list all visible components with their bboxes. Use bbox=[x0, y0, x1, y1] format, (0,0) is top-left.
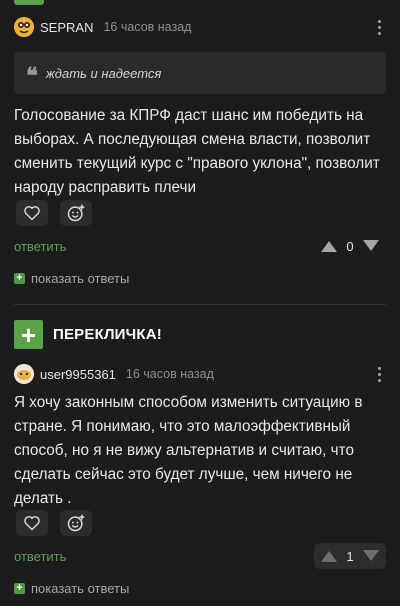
heart-icon bbox=[24, 516, 40, 531]
emoji-add-icon bbox=[67, 204, 85, 222]
upvote-icon[interactable] bbox=[319, 239, 339, 253]
emoji-add-icon bbox=[67, 514, 85, 532]
plus-icon: + bbox=[14, 273, 25, 284]
comment-author[interactable]: user9955361 bbox=[40, 367, 116, 382]
avatar[interactable] bbox=[14, 17, 34, 37]
show-replies-button[interactable]: + показать ответы bbox=[14, 581, 129, 596]
vote-count: 0 bbox=[346, 238, 354, 254]
reply-button[interactable]: ответить bbox=[14, 239, 66, 254]
comment-timestamp: 16 часов назад bbox=[103, 20, 192, 34]
heart-icon bbox=[24, 206, 40, 221]
plus-icon: + bbox=[20, 319, 37, 350]
vote-control: 0 bbox=[314, 233, 386, 259]
show-replies-label: показать ответы bbox=[31, 581, 130, 596]
previous-section-button bbox=[14, 0, 44, 5]
reply-button[interactable]: ответить bbox=[14, 549, 66, 564]
avatar-image bbox=[14, 17, 34, 37]
downvote-icon[interactable] bbox=[361, 239, 381, 253]
plus-icon: + bbox=[14, 583, 25, 594]
show-replies-label: показать ответы bbox=[31, 271, 130, 286]
comment-timestamp: 16 часов назад bbox=[125, 367, 214, 381]
avatar-image bbox=[14, 364, 34, 384]
section-header: + ПЕРЕКЛИЧКА! bbox=[14, 320, 162, 349]
downvote-icon[interactable] bbox=[361, 549, 381, 563]
show-replies-button[interactable]: + показать ответы bbox=[14, 271, 129, 286]
comment-text: Голосование за КПРФ даст шанс им победит… bbox=[14, 107, 380, 196]
comment-quote: ❝ ждать и надеется bbox=[14, 52, 386, 94]
kebab-menu-icon[interactable] bbox=[372, 15, 386, 39]
add-reaction-button[interactable] bbox=[60, 200, 92, 226]
vote-control: 1 bbox=[314, 543, 386, 569]
comment-header: user9955361 16 часов назад bbox=[14, 362, 214, 386]
avatar[interactable] bbox=[14, 364, 34, 384]
vote-count: 1 bbox=[346, 548, 354, 564]
add-reaction-button[interactable] bbox=[60, 510, 92, 536]
upvote-icon[interactable] bbox=[319, 549, 339, 563]
section-title: ПЕРЕКЛИЧКА! bbox=[53, 326, 162, 343]
comment-header: SEPRAN 16 часов назад bbox=[14, 15, 191, 39]
quote-icon: ❝ bbox=[26, 63, 38, 89]
comment-author[interactable]: SEPRAN bbox=[40, 20, 93, 35]
like-button[interactable] bbox=[16, 200, 48, 226]
like-button[interactable] bbox=[16, 510, 48, 536]
kebab-menu-icon[interactable] bbox=[372, 362, 386, 386]
quote-text: ждать и надеется bbox=[45, 65, 162, 81]
divider bbox=[14, 304, 386, 305]
comment-text: Я хочу законным способом изменить ситуац… bbox=[14, 394, 363, 507]
expand-section-button[interactable]: + bbox=[14, 320, 43, 349]
